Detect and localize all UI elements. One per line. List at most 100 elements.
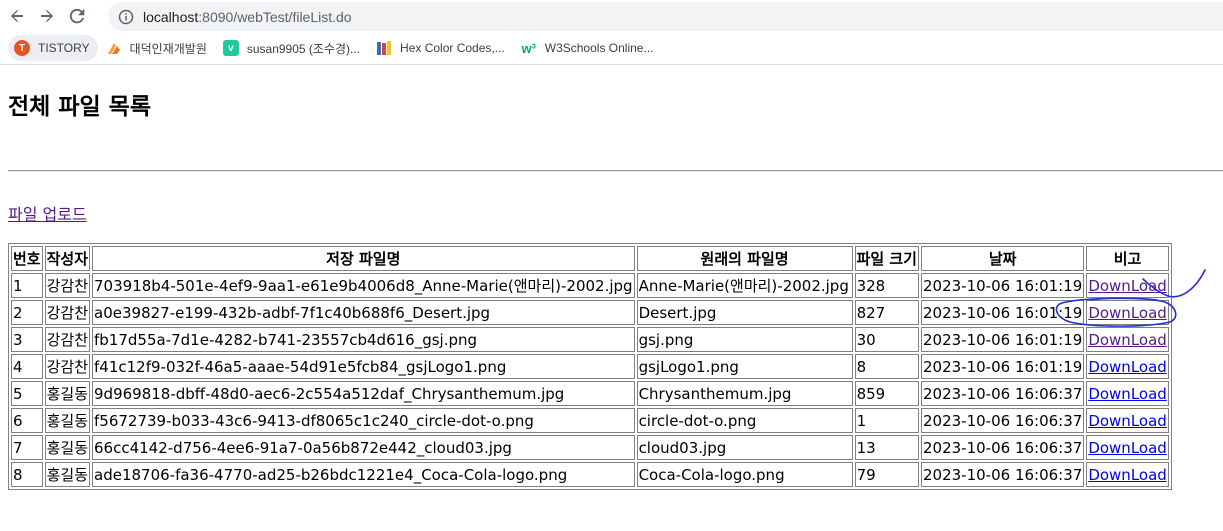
address-bar[interactable]: localhost:8090/webTest/fileList.do bbox=[108, 2, 1223, 31]
cell-remarks: DownLoad bbox=[1086, 273, 1169, 298]
cell-remarks: DownLoad bbox=[1086, 435, 1169, 460]
books-icon bbox=[376, 40, 392, 56]
cell-number: 4 bbox=[11, 354, 43, 379]
cell-saved-filename: a0e39827-e199-432b-adbf-7f1c40b688f6_Des… bbox=[92, 300, 635, 325]
download-link[interactable]: DownLoad bbox=[1088, 466, 1167, 484]
cell-number: 1 bbox=[11, 273, 43, 298]
download-link[interactable]: DownLoad bbox=[1088, 439, 1167, 457]
url-text[interactable]: localhost:8090/webTest/fileList.do bbox=[143, 9, 352, 25]
cell-date: 2023-10-06 16:06:37 bbox=[921, 408, 1085, 433]
reload-icon bbox=[69, 8, 85, 24]
url-path: :8090/webTest/fileList.do bbox=[198, 8, 352, 25]
table-row: 5 홍길동 9d969818-dbff-48d0-aec6-2c554a512d… bbox=[11, 381, 1169, 406]
cell-number: 2 bbox=[11, 300, 43, 325]
cell-date: 2023-10-06 16:06:37 bbox=[921, 462, 1085, 487]
download-link[interactable]: DownLoad bbox=[1088, 277, 1167, 295]
cell-date: 2023-10-06 16:06:37 bbox=[921, 381, 1085, 406]
col-header-date: 날짜 bbox=[921, 246, 1085, 271]
bookmarks-bar: T TISTORY 대덕인재개발원 v susan9905 (조수경)... H… bbox=[0, 32, 1223, 65]
download-link[interactable]: DownLoad bbox=[1088, 358, 1167, 376]
bookmark-label: W3Schools Online... bbox=[544, 41, 654, 55]
cell-file-size: 30 bbox=[854, 327, 919, 352]
cell-file-size: 1 bbox=[854, 408, 919, 433]
table-row: 2 강감찬 a0e39827-e199-432b-adbf-7f1c40b688… bbox=[11, 300, 1169, 325]
bookmark-velog[interactable]: v susan9905 (조수경)... bbox=[217, 35, 368, 61]
cell-file-size: 13 bbox=[854, 435, 919, 460]
file-upload-link[interactable]: 파일 업로드 bbox=[8, 201, 87, 225]
cell-saved-filename: 703918b4-501e-4ef9-9aa1-e61e9b4006d8_Ann… bbox=[92, 273, 635, 298]
bookmark-ddit[interactable]: 대덕인재개발원 bbox=[100, 35, 215, 61]
cell-writer: 홍길동 bbox=[44, 462, 91, 487]
download-link[interactable]: DownLoad bbox=[1088, 331, 1167, 349]
cell-original-filename: Anne-Marie(앤마리)-2002.jpg bbox=[636, 273, 853, 298]
cell-number: 8 bbox=[11, 462, 43, 487]
cell-writer: 강감찬 bbox=[44, 273, 91, 298]
cell-writer: 홍길동 bbox=[44, 381, 91, 406]
cell-saved-filename: ade18706-fa36-4770-ad25-b26bdc1221e4_Coc… bbox=[92, 462, 635, 487]
velog-icon: v bbox=[222, 40, 239, 56]
back-button[interactable] bbox=[4, 3, 30, 29]
cell-remarks: DownLoad bbox=[1086, 381, 1169, 406]
cell-saved-filename: 9d969818-dbff-48d0-aec6-2c554a512daf_Chr… bbox=[92, 381, 635, 406]
table-row: 4 강감찬 f41c12f9-032f-46a5-aaae-54d91e5fcb… bbox=[11, 354, 1169, 379]
tistory-icon: T bbox=[14, 40, 30, 56]
table-body: 1 강감찬 703918b4-501e-4ef9-9aa1-e61e9b4006… bbox=[11, 273, 1169, 487]
browser-toolbar: localhost:8090/webTest/fileList.do bbox=[0, 0, 1223, 32]
download-link[interactable]: DownLoad bbox=[1088, 385, 1167, 403]
bookmark-w3schools[interactable]: w³ W3Schools Online... bbox=[515, 35, 662, 61]
back-arrow-icon bbox=[11, 10, 23, 22]
col-header-original-filename: 원래의 파일명 bbox=[636, 246, 853, 271]
cell-writer: 홍길동 bbox=[44, 408, 91, 433]
cell-remarks: DownLoad bbox=[1086, 300, 1169, 325]
cell-original-filename: cloud03.jpg bbox=[636, 435, 853, 460]
cell-file-size: 8 bbox=[854, 354, 919, 379]
cell-saved-filename: 66cc4142-d756-4ee6-91a7-0a56b872e442_clo… bbox=[92, 435, 635, 460]
bookmark-hex-colors[interactable]: Hex Color Codes,... bbox=[370, 35, 513, 61]
col-header-number: 번호 bbox=[11, 246, 43, 271]
cell-number: 7 bbox=[11, 435, 43, 460]
cell-original-filename: gsj.png bbox=[636, 327, 853, 352]
bookmark-label: 대덕인재개발원 bbox=[129, 41, 207, 56]
cell-saved-filename: f41c12f9-032f-46a5-aaae-54d91e5fcb84_gsj… bbox=[92, 354, 635, 379]
cell-original-filename: gsjLogo1.png bbox=[636, 354, 853, 379]
download-link[interactable]: DownLoad bbox=[1088, 304, 1167, 322]
cell-date: 2023-10-06 16:01:19 bbox=[921, 300, 1085, 325]
table-row: 6 홍길동 f5672739-b033-43c6-9413-df8065c1c2… bbox=[11, 408, 1169, 433]
cell-date: 2023-10-06 16:01:19 bbox=[921, 273, 1085, 298]
cell-date: 2023-10-06 16:01:19 bbox=[921, 354, 1085, 379]
cell-original-filename: Coca-Cola-logo.png bbox=[636, 462, 853, 487]
cell-writer: 홍길동 bbox=[44, 435, 91, 460]
forward-button[interactable] bbox=[34, 3, 60, 29]
cell-number: 3 bbox=[11, 327, 43, 352]
table-row: 8 홍길동 ade18706-fa36-4770-ad25-b26bdc1221… bbox=[11, 462, 1169, 487]
cell-number: 6 bbox=[11, 408, 43, 433]
cell-file-size: 328 bbox=[854, 273, 919, 298]
cell-writer: 강감찬 bbox=[44, 327, 91, 352]
cell-original-filename: circle-dot-o.png bbox=[636, 408, 853, 433]
cell-file-size: 859 bbox=[854, 381, 919, 406]
url-host: localhost bbox=[143, 8, 199, 25]
cell-writer: 강감찬 bbox=[44, 300, 91, 325]
page-title: 전체 파일 목록 bbox=[8, 94, 151, 120]
bookmark-label: TISTORY bbox=[38, 41, 90, 55]
col-header-saved-filename: 저장 파일명 bbox=[92, 246, 635, 271]
download-link[interactable]: DownLoad bbox=[1088, 412, 1167, 430]
w3schools-icon: w³ bbox=[521, 40, 536, 56]
table-header-row: 번호 작성자 저장 파일명 원래의 파일명 파일 크기 날짜 비고 bbox=[11, 246, 1169, 271]
bookmark-label: Hex Color Codes,... bbox=[400, 41, 505, 55]
cell-remarks: DownLoad bbox=[1086, 462, 1169, 487]
cell-saved-filename: fb17d55a-7d1e-4282-b741-23557cb4d616_gsj… bbox=[92, 327, 635, 352]
file-list-table: 번호 작성자 저장 파일명 원래의 파일명 파일 크기 날짜 비고 1 강감찬 … bbox=[8, 243, 1172, 490]
cell-date: 2023-10-06 16:01:19 bbox=[921, 327, 1085, 352]
col-header-writer: 작성자 bbox=[44, 246, 91, 271]
col-header-file-size: 파일 크기 bbox=[854, 246, 919, 271]
info-icon[interactable] bbox=[118, 9, 134, 25]
col-header-remarks: 비고 bbox=[1086, 246, 1169, 271]
cell-file-size: 827 bbox=[854, 300, 919, 325]
cell-original-filename: Desert.jpg bbox=[636, 300, 853, 325]
cell-remarks: DownLoad bbox=[1086, 408, 1169, 433]
bookmark-tistory[interactable]: T TISTORY bbox=[8, 35, 98, 61]
cell-original-filename: Chrysanthemum.jpg bbox=[636, 381, 853, 406]
cell-remarks: DownLoad bbox=[1086, 327, 1169, 352]
reload-button[interactable] bbox=[64, 3, 90, 29]
